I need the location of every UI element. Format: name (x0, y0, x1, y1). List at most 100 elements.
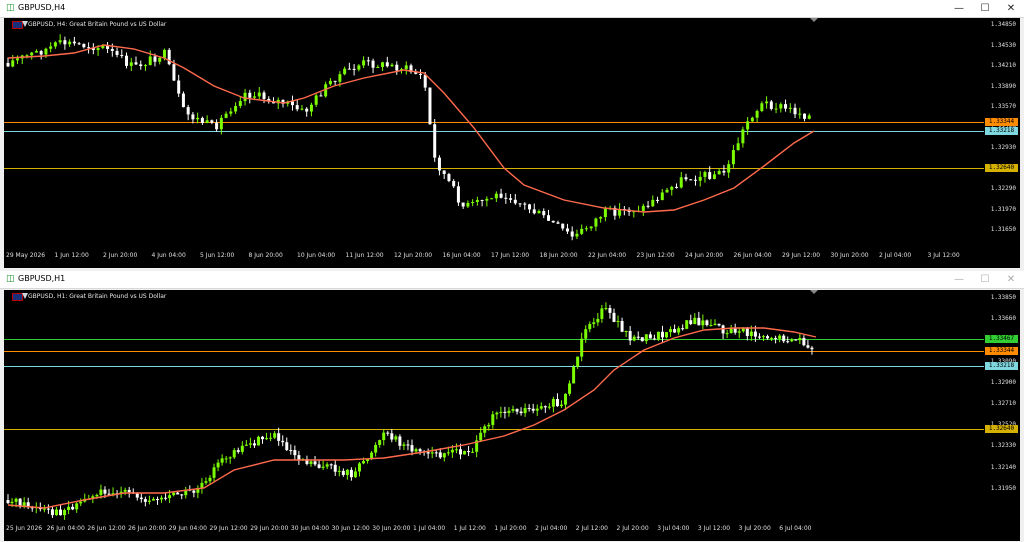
minimize-icon[interactable]: — (946, 0, 972, 17)
candle-body (511, 409, 515, 411)
minimize-icon[interactable]: — (946, 271, 972, 288)
candle-body (551, 220, 555, 223)
candle-body (774, 337, 778, 339)
candle-body (309, 461, 313, 465)
candle-body (551, 399, 555, 407)
chart-window-h4[interactable]: ◫ GBPUSD,H4 — ☐ ✕ GBPUSD, H4: Great Brit… (0, 0, 1024, 270)
candle-body (503, 411, 507, 413)
candle-body (186, 107, 190, 115)
time-tick-label: 16 Jun 04:00 (442, 252, 481, 259)
candle-body (338, 74, 342, 82)
candle-body (63, 40, 67, 45)
candle-body (46, 508, 50, 510)
price-axis[interactable]: 1.338501.336601.332801.330901.329001.327… (981, 290, 1020, 541)
candle-body (788, 107, 792, 109)
candle-body (6, 63, 10, 67)
candle-body (386, 432, 390, 434)
candle-body (341, 470, 345, 475)
candle-body (349, 469, 353, 478)
time-axis[interactable]: 25 Jun 2026 26 Jun 04:00 26 Jun 12:00 26 Ju… (4, 525, 984, 535)
candle-body (806, 345, 810, 348)
candle-body (466, 202, 470, 207)
candle-body (499, 411, 503, 413)
candle-body (129, 62, 133, 66)
candle-body (588, 324, 592, 330)
candle-body (281, 440, 285, 443)
candle-body (539, 406, 543, 409)
price-chart[interactable]: GBPUSD, H1: Great Britain Pound vs US Do… (4, 290, 1020, 541)
candle-body (172, 492, 176, 496)
chart-window-icon: ◫ (6, 274, 15, 284)
price-tick-label: 1.32330 (990, 442, 1016, 450)
candle-body (232, 450, 236, 458)
candle-body (314, 95, 318, 105)
time-tick-label: 1 Jul 12:00 (453, 525, 486, 532)
candle-body (561, 223, 565, 229)
candle-body (685, 320, 689, 329)
candle-body (679, 177, 683, 188)
time-tick-label: 22 Jun 04:00 (588, 252, 627, 259)
candle-body (362, 461, 366, 464)
candle-body (646, 205, 650, 207)
time-tick-label: 2 Jul 20:00 (616, 525, 649, 532)
time-axis[interactable]: 29 May 2026 1 Jun 12:00 2 Jun 20:00 4 Jun 0… (4, 252, 984, 262)
candle-body (640, 337, 644, 342)
price-tick-label: 1.33850 (990, 294, 1016, 301)
candle-body (479, 432, 483, 441)
time-tick-label: 1 Jul 20:00 (494, 525, 527, 532)
time-tick-label: 26 Jun 04:00 (733, 252, 772, 259)
price-tick-label: 1.32710 (990, 400, 1016, 407)
candlestick-series (6, 34, 815, 241)
candle-body (160, 497, 164, 500)
candle-body (568, 383, 572, 394)
candle-body (793, 107, 797, 115)
candle-body (67, 506, 71, 510)
chart-window-h1[interactable]: ◫ GBPUSD,H1 — ☐ ✕ GBPUSD, H1: Great Brit… (0, 271, 1024, 542)
candle-body (487, 424, 491, 427)
candle-body (603, 208, 607, 218)
candle-body (490, 198, 494, 200)
candle-body (313, 461, 317, 465)
candle-body (757, 336, 761, 338)
candle-body (778, 335, 782, 339)
candle-body (753, 331, 757, 337)
candle-body (143, 499, 147, 502)
candle-body (565, 228, 569, 232)
candle-body (196, 117, 200, 120)
price-axis[interactable]: 1.34850 1.34530 1.34210 1.33890 1.33570 1.332… (981, 18, 1020, 268)
price-chart[interactable]: GBPUSD, H4: Great Britain Pound vs US Do… (4, 18, 1020, 268)
close-icon[interactable]: ✕ (998, 0, 1024, 17)
candle-body (532, 209, 536, 214)
candle-body (580, 338, 584, 357)
time-tick-label: 11 Jun 12:00 (345, 252, 384, 259)
window-titlebar[interactable]: ◫ GBPUSD,H4 — ☐ ✕ (0, 0, 1024, 18)
price-tick-label: 1.34530 (990, 41, 1016, 49)
maximize-icon[interactable]: ☐ (972, 0, 998, 17)
cyan-price-badge: 1.33218 (985, 127, 1018, 135)
window-titlebar[interactable]: ◫ GBPUSD,H1 — ☐ ✕ (0, 271, 1024, 289)
green-price-badge: 1.33467 (985, 335, 1018, 343)
candle-body (220, 458, 224, 463)
candle-body (53, 42, 57, 47)
candle-body (556, 222, 560, 224)
time-tick-label: 26 Jun 20:00 (128, 525, 167, 532)
close-icon[interactable]: ✕ (998, 271, 1024, 288)
candle-body (290, 101, 294, 106)
candle-body (295, 105, 299, 110)
candle-body (600, 308, 604, 319)
candle-body (712, 174, 716, 179)
candle-body (208, 477, 212, 482)
candle-body (471, 451, 475, 453)
candle-body (717, 170, 721, 175)
candle-body (651, 199, 655, 207)
candle-body (807, 115, 811, 119)
maximize-icon[interactable]: ☐ (972, 271, 998, 288)
candle-body (708, 172, 712, 179)
price-tick-label: 1.34850 (990, 21, 1016, 28)
candle-body (352, 68, 356, 70)
candle-body (641, 205, 645, 211)
moving-average-line (7, 327, 817, 509)
time-tick-label: 29 Jun 04:00 (168, 525, 207, 532)
candle-body (243, 92, 247, 102)
candle-body (123, 489, 127, 492)
